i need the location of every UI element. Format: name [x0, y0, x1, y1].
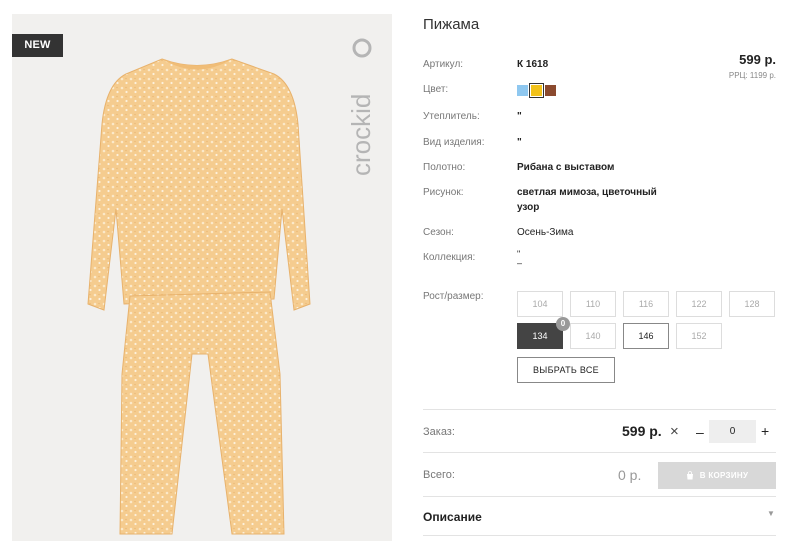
collection-label: Коллекция:	[423, 252, 476, 263]
article-value: К 1618	[517, 59, 549, 70]
quantity-increase-button[interactable]: +	[759, 423, 771, 439]
quantity-input[interactable]	[709, 420, 756, 443]
type-value: "	[517, 137, 522, 148]
pattern-value: светлая мимоза, цветочный узор	[517, 187, 657, 213]
collection-value: " –	[517, 249, 523, 268]
size-option-110[interactable]: 110	[570, 291, 616, 317]
size-option-146[interactable]: 146	[623, 323, 669, 349]
total-label: Всего:	[423, 469, 455, 481]
product-price: 599 р.	[739, 52, 776, 67]
season-value: Осень-Зима	[517, 227, 574, 238]
size-option-122[interactable]: 122	[676, 291, 722, 317]
brand-logo: crockid	[346, 38, 376, 176]
fabric-label: Полотно:	[423, 162, 466, 173]
divider	[423, 496, 776, 497]
color-swatch-light-blue[interactable]	[517, 85, 528, 96]
size-option-116[interactable]: 116	[623, 291, 669, 317]
description-toggle[interactable]: Описание	[423, 510, 482, 524]
divider	[423, 409, 776, 410]
pattern-label: Рисунок:	[423, 187, 464, 198]
color-swatch-yellow[interactable]	[529, 83, 544, 98]
product-image[interactable]: NEW crockid	[12, 14, 392, 541]
order-label: Заказ:	[423, 426, 455, 438]
add-to-cart-button[interactable]: В КОРЗИНУ	[658, 462, 776, 489]
cart-icon	[686, 471, 693, 480]
divider	[423, 452, 776, 453]
divider	[423, 535, 776, 536]
size-selected-count: 0	[556, 317, 570, 331]
insulation-label: Утеплитель:	[423, 111, 480, 122]
color-swatch-brown[interactable]	[545, 85, 556, 96]
fabric-value: Рибана с выставом	[517, 162, 615, 173]
color-swatches	[517, 83, 556, 98]
season-label: Сезон:	[423, 227, 454, 238]
size-label: Рост/размер:	[423, 291, 484, 302]
svg-text:crockid: crockid	[346, 94, 376, 176]
size-option-140[interactable]: 140	[570, 323, 616, 349]
new-badge: NEW	[12, 34, 63, 57]
color-label: Цвет:	[423, 84, 449, 95]
insulation-value: "	[517, 111, 522, 122]
quantity-decrease-button[interactable]: –	[692, 424, 708, 440]
size-option-128[interactable]: 128	[729, 291, 775, 317]
total-value: 0 р.	[618, 467, 642, 483]
order-price: 599 р.	[622, 423, 662, 439]
chevron-down-icon[interactable]: ▼	[767, 509, 775, 518]
size-option-104[interactable]: 104	[517, 291, 563, 317]
select-all-sizes-button[interactable]: ВЫБРАТЬ ВСЕ	[517, 357, 615, 383]
type-label: Вид изделия:	[423, 137, 485, 148]
product-title: Пижама	[423, 16, 480, 33]
recommended-price: РРЦ: 1199 р.	[728, 71, 776, 80]
multiply-icon: ×	[670, 423, 679, 440]
article-label: Артикул:	[423, 59, 464, 70]
size-option-152[interactable]: 152	[676, 323, 722, 349]
add-to-cart-label: В КОРЗИНУ	[699, 471, 749, 480]
pajama-illustration	[87, 58, 311, 535]
